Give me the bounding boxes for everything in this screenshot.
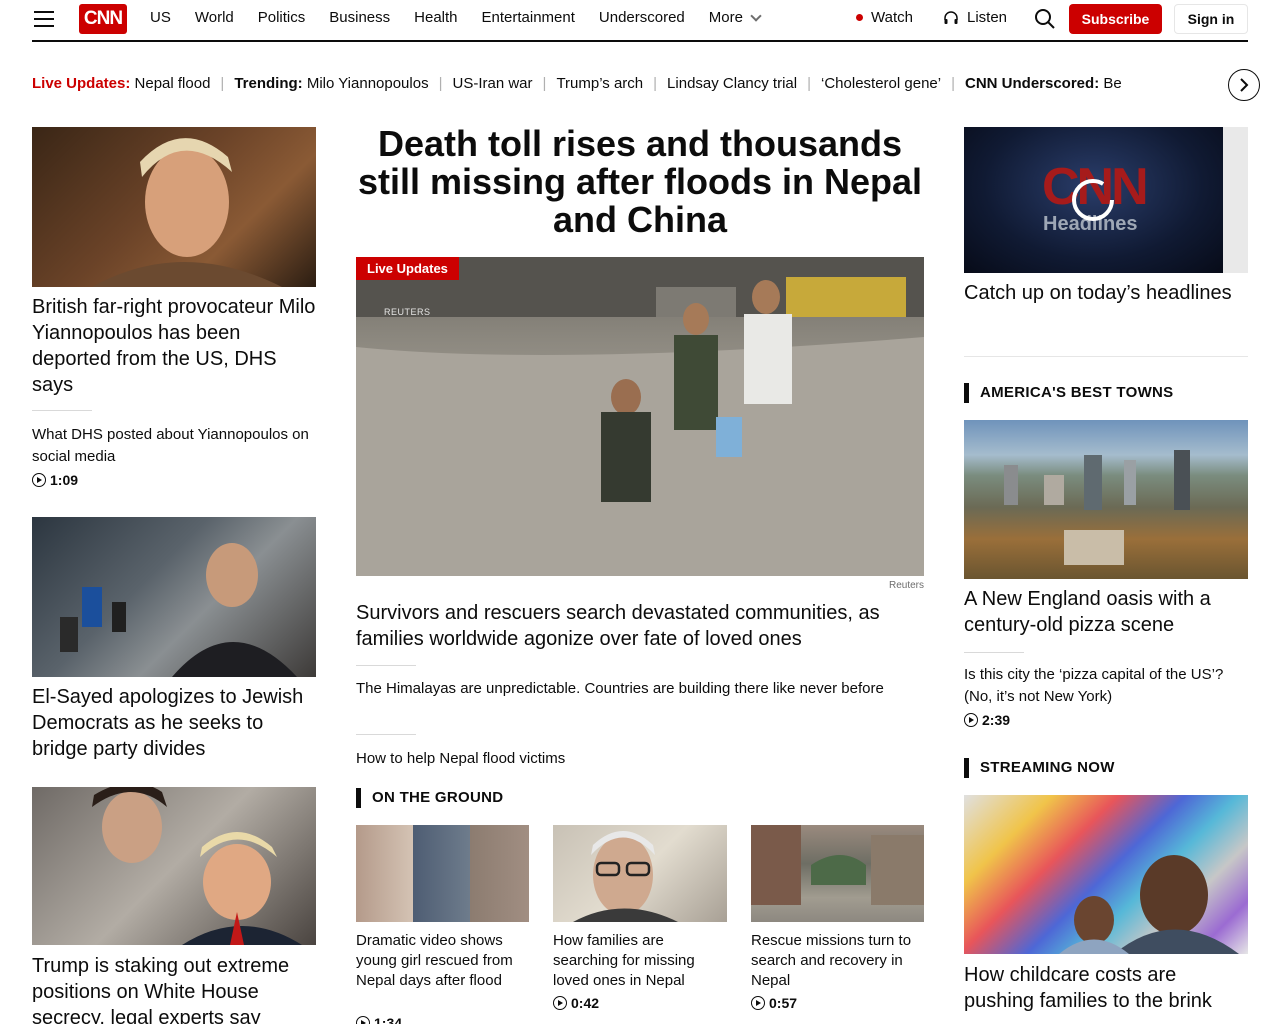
video-duration: 2:39: [964, 712, 1010, 728]
story-title[interactable]: A New England oasis with a century-old p…: [964, 586, 1248, 638]
ticker-item[interactable]: Lindsay Clancy trial: [667, 72, 797, 96]
listen-link[interactable]: Listen: [943, 9, 1007, 26]
lead-headline[interactable]: Death toll rises and thousands still mis…: [356, 125, 924, 239]
card-title[interactable]: How families are searching for missing l…: [553, 931, 733, 991]
video-duration: 0:57: [751, 995, 797, 1011]
milo-photo[interactable]: [32, 127, 316, 287]
nav-entertainment[interactable]: Entertainment: [482, 9, 575, 26]
reuters-watermark: REUTERS: [384, 307, 431, 317]
section-header: AMERICA'S BEST TOWNS: [964, 383, 1173, 403]
menu-icon[interactable]: [34, 11, 54, 27]
sign-in-button[interactable]: Sign in: [1174, 4, 1248, 34]
ticker-item[interactable]: Trump’s arch: [556, 72, 643, 96]
divider: [356, 734, 416, 735]
lead-story-title[interactable]: Survivors and rescuers search devastated…: [356, 600, 924, 652]
ticker-trending-label: Trending:: [234, 75, 303, 92]
story-title[interactable]: How childcare costs are pushing families…: [964, 962, 1248, 1014]
main-nav: US World Politics Business Health Entert…: [150, 9, 784, 26]
play-icon: [32, 473, 46, 487]
video-duration: 1:34: [356, 1015, 402, 1024]
ticker-item[interactable]: US-Iran war: [453, 72, 533, 96]
ticker-fade: [1180, 70, 1230, 98]
live-updates-badge: Live Updates: [356, 257, 459, 280]
ticker-live-label: Live Updates:: [32, 75, 131, 92]
play-icon: [751, 996, 765, 1010]
streaming-photo[interactable]: [964, 795, 1248, 954]
related-link[interactable]: What DHS posted about Yiannopoulos on so…: [32, 424, 316, 468]
story-title[interactable]: Trump is staking out extreme positions o…: [32, 953, 316, 1024]
lead-photo[interactable]: REUTERS: [356, 257, 924, 576]
duration-text: 2:39: [982, 712, 1011, 728]
card-photo[interactable]: [356, 825, 529, 922]
nav-more[interactable]: More: [708, 9, 762, 26]
ticker-underscored-label: CNN Underscored:: [965, 75, 1100, 92]
watch-link[interactable]: Watch: [856, 9, 913, 26]
listen-label: Listen: [967, 9, 1008, 26]
nav-us[interactable]: US: [150, 9, 171, 26]
nav-health[interactable]: Health: [414, 9, 457, 26]
subscribe-button[interactable]: Subscribe: [1069, 4, 1162, 34]
duration-text: 0:42: [571, 995, 600, 1011]
play-icon: [553, 996, 567, 1010]
trump-photo[interactable]: [32, 787, 316, 945]
trending-ticker: Live Updates: Nepal flood | Trending: Milo…: [32, 72, 1218, 96]
live-dot-icon: [856, 14, 863, 21]
duration-text: 1:34: [374, 1015, 403, 1024]
video-duration: 0:42: [553, 995, 599, 1011]
watch-label: Watch: [871, 9, 913, 26]
search-icon[interactable]: [1034, 8, 1056, 30]
ticker-next-button[interactable]: [1228, 69, 1260, 101]
duration-text: 1:09: [50, 472, 79, 488]
nav-business[interactable]: Business: [329, 9, 390, 26]
duration-text: 0:57: [769, 995, 798, 1011]
divider: [356, 665, 416, 666]
related-link[interactable]: Is this city the ‘pizza capital of the U…: [964, 664, 1248, 708]
divider: [32, 410, 92, 411]
chevron-right-icon: [1240, 78, 1249, 92]
story-title[interactable]: British far-right provocateur Milo Yiann…: [32, 294, 316, 398]
headlines-video[interactable]: CNN Headlines: [964, 127, 1248, 273]
video-duration: 1:09: [32, 472, 78, 488]
headphones-icon: [944, 10, 958, 24]
ticker-live-updates[interactable]: Live Updates: Nepal flood: [32, 72, 210, 96]
loading-spinner-icon: [1072, 179, 1114, 221]
card-photo[interactable]: [751, 825, 924, 922]
card-photo[interactable]: [553, 825, 727, 922]
ticker-underscored[interactable]: CNN Underscored: Be: [965, 72, 1122, 96]
card-title[interactable]: Dramatic video shows young girl rescued …: [356, 931, 536, 991]
play-icon: [964, 713, 978, 727]
town-photo[interactable]: [964, 420, 1248, 579]
play-icon: [356, 1016, 370, 1024]
divider: [964, 356, 1248, 357]
nav-underscored[interactable]: Underscored: [599, 9, 685, 26]
section-header: ON THE GROUND: [356, 788, 503, 808]
ticker-underscored-text: Be: [1103, 75, 1122, 92]
divider: [964, 652, 1024, 653]
ticker-trending-text: Milo Yiannopoulos: [306, 75, 429, 92]
chevron-down-icon: [750, 9, 762, 22]
story-title[interactable]: El-Sayed apologizes to Jewish Democrats …: [32, 684, 316, 762]
ticker-trending[interactable]: Trending: Milo Yiannopoulos: [234, 72, 428, 96]
related-link[interactable]: How to help Nepal flood victims: [356, 748, 924, 770]
section-header: STREAMING NOW: [964, 758, 1115, 778]
photo-credit: Reuters: [888, 580, 924, 591]
nav-politics[interactable]: Politics: [258, 9, 306, 26]
el-sayed-photo[interactable]: [32, 517, 316, 677]
nav-more-label: More: [708, 9, 743, 26]
ticker-item[interactable]: ‘Cholesterol gene’: [821, 72, 941, 96]
card-title[interactable]: Rescue missions turn to search and recov…: [751, 931, 931, 991]
video-title[interactable]: Catch up on today’s headlines: [964, 280, 1234, 306]
related-link[interactable]: The Himalayas are unpredictable. Countri…: [356, 678, 924, 700]
nav-world[interactable]: World: [195, 9, 234, 26]
site-header: CNN US World Politics Business Health En…: [32, 0, 1248, 42]
ticker-live-text: Nepal flood: [134, 75, 211, 92]
cnn-logo[interactable]: CNN: [79, 4, 127, 34]
